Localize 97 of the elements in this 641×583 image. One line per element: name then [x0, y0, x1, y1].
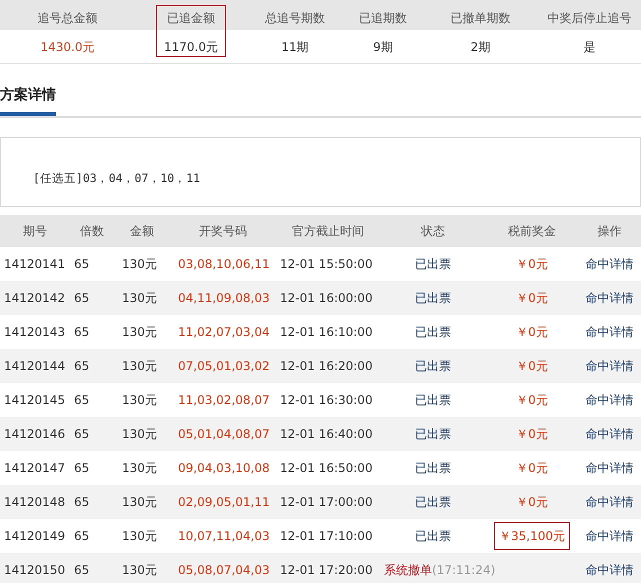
status-text: 已出票	[415, 529, 451, 543]
status-text: 已出票	[415, 257, 451, 271]
status-text: 已出票	[415, 325, 451, 339]
amount-value: 130元	[122, 291, 157, 305]
prize-amount: ￥0元	[516, 495, 548, 509]
multiple-value: 65	[74, 563, 90, 577]
status-text: 已出票	[415, 461, 451, 475]
draw-numbers: 02,09,05,01,11	[178, 495, 270, 509]
summary-label: 总追号期数	[265, 10, 325, 27]
deadline-time: 12-01 16:20:00	[280, 359, 373, 373]
issue-number: 14120148	[4, 495, 66, 509]
amount-value: 130元	[122, 359, 157, 373]
multiple-value: 65	[74, 291, 90, 305]
column-header: 倍数	[80, 224, 104, 238]
prize-amount: ￥0元	[516, 359, 548, 373]
multiple-value: 65	[74, 529, 90, 543]
cancel-time: (17:11:24)	[432, 563, 496, 577]
prize-amount: ￥0元	[516, 393, 548, 407]
column-header: 金额	[130, 224, 154, 238]
multiple-value: 65	[74, 257, 90, 271]
prize-amount: ￥0元	[516, 291, 548, 305]
summary-label: 中奖后停止追号	[548, 10, 632, 27]
issue-number: 14120145	[4, 393, 66, 407]
summary-label: 已追期数	[359, 10, 407, 27]
column-header: 状态	[421, 224, 445, 238]
multiple-value: 65	[74, 495, 90, 509]
hit-details-link[interactable]: 命中详情	[586, 325, 634, 339]
draw-numbers: 03,08,10,06,11	[178, 257, 270, 271]
amount-value: 130元	[122, 563, 157, 577]
deadline-time: 12-01 17:10:00	[280, 529, 373, 543]
issue-number: 14120147	[4, 461, 66, 475]
issue-number: 14120144	[4, 359, 66, 373]
status-text: 已出票	[415, 359, 451, 373]
issue-number: 14120143	[4, 325, 66, 339]
deadline-time: 12-01 15:50:00	[280, 257, 373, 271]
prize-amount: ￥35,100元	[494, 522, 570, 550]
amount-value: 130元	[122, 393, 157, 407]
multiple-value: 65	[74, 393, 90, 407]
deadline-time: 12-01 16:30:00	[280, 393, 373, 407]
prize-amount: ￥0元	[516, 427, 548, 441]
draw-numbers: 10,07,11,04,03	[178, 529, 270, 543]
summary-value: 9期	[373, 39, 393, 56]
summary-value: 11期	[281, 39, 309, 56]
prize-amount: ￥0元	[516, 257, 548, 271]
column-header: 官方截止时间	[292, 224, 364, 238]
status-text: 已出票	[415, 393, 451, 407]
hit-details-link[interactable]: 命中详情	[586, 461, 634, 475]
draw-numbers: 11,03,02,08,07	[178, 393, 270, 407]
deadline-time: 12-01 16:50:00	[280, 461, 373, 475]
issue-number: 14120150	[4, 563, 66, 577]
amount-value: 130元	[122, 257, 157, 271]
deadline-time: 12-01 16:40:00	[280, 427, 373, 441]
summary-value: 2期	[470, 39, 490, 56]
issue-number: 14120146	[4, 427, 66, 441]
column-header: 税前奖金	[508, 224, 556, 238]
prize-amount: ￥0元	[516, 461, 548, 475]
prize-amount: ￥0元	[516, 325, 548, 339]
deadline-time: 12-01 17:00:00	[280, 495, 373, 509]
draw-numbers: 07,05,01,03,02	[178, 359, 270, 373]
amount-value: 130元	[122, 529, 157, 543]
status-text: 已出票	[415, 427, 451, 441]
draw-numbers: 04,11,09,08,03	[178, 291, 270, 305]
summary-label: 已追金额	[167, 10, 215, 27]
hit-details-link[interactable]: 命中详情	[586, 529, 634, 543]
draw-numbers: 05,08,07,04,03	[178, 563, 270, 577]
issue-number: 14120141	[4, 257, 66, 271]
multiple-value: 65	[74, 427, 90, 441]
draw-numbers: 05,01,04,08,07	[178, 427, 270, 441]
issue-number: 14120142	[4, 291, 66, 305]
tab[interactable]: 方案详情	[0, 85, 56, 116]
summary-value: 是	[584, 39, 596, 56]
column-header: 操作	[598, 224, 622, 238]
hit-details-link[interactable]: 命中详情	[586, 393, 634, 407]
summary-value: 1430.0元	[40, 39, 94, 56]
issue-number: 14120149	[4, 529, 66, 543]
status-text: 已出票	[415, 495, 451, 509]
amount-value: 130元	[122, 461, 157, 475]
status-text: 系统撤单	[384, 563, 432, 577]
draw-numbers: 09,04,03,10,08	[178, 461, 270, 475]
multiple-value: 65	[74, 461, 90, 475]
draw-numbers: 11,02,07,03,04	[178, 325, 270, 339]
summary-value: 1170.0元	[164, 39, 218, 56]
amount-value: 130元	[122, 427, 157, 441]
summary-label: 追号总金额	[38, 10, 98, 27]
multiple-value: 65	[74, 325, 90, 339]
deadline-time: 12-01 16:10:00	[280, 325, 373, 339]
summary-label: 已撤单期数	[450, 10, 510, 27]
status-text: 已出票	[415, 291, 451, 305]
multiple-value: 65	[74, 359, 90, 373]
scheme-text: [任选五]03，04，07，10，11	[0, 137, 641, 207]
column-header: 开奖号码	[199, 224, 247, 238]
hit-details-link[interactable]: 命中详情	[586, 257, 634, 271]
deadline-time: 12-01 16:00:00	[280, 291, 373, 305]
amount-value: 130元	[122, 325, 157, 339]
column-header: 期号	[23, 224, 47, 238]
deadline-time: 12-01 17:20:00	[280, 563, 373, 577]
amount-value: 130元	[122, 495, 157, 509]
